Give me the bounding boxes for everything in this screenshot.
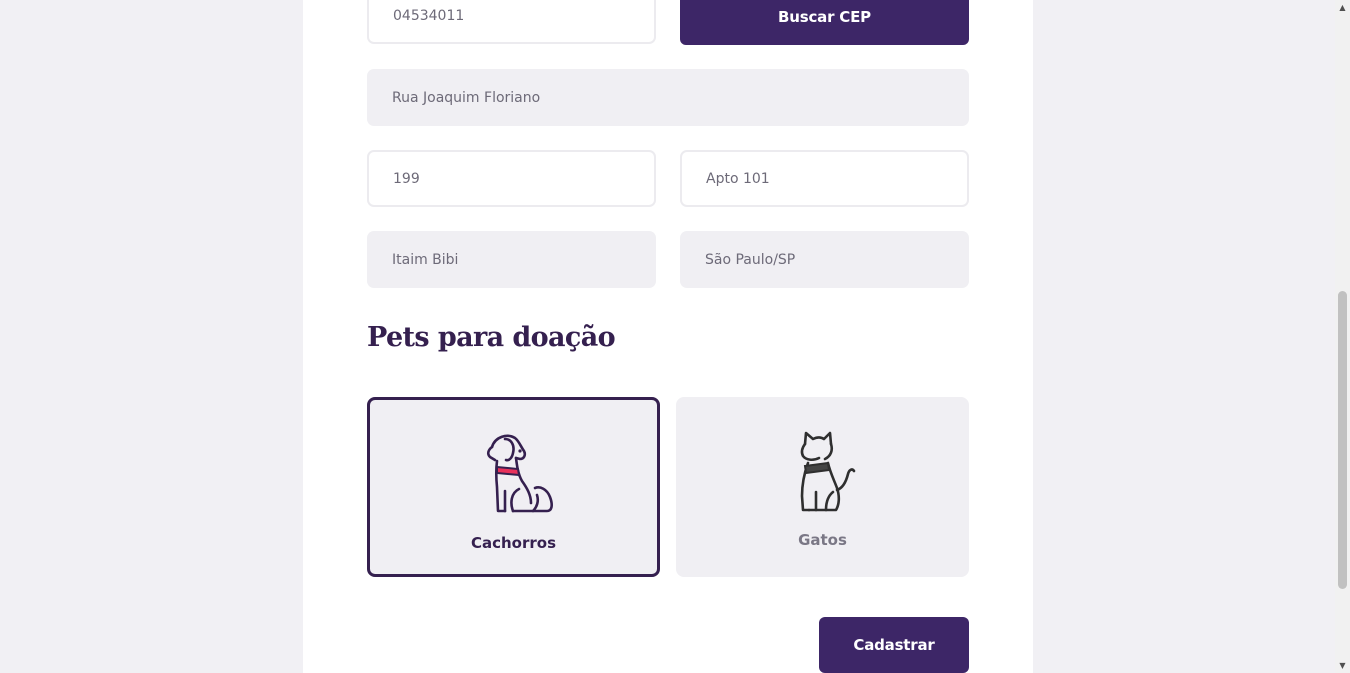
cat-icon [800,431,855,512]
street-field[interactable]: Rua Joaquim Floriano [367,69,969,126]
pet-option-dogs[interactable]: Cachorros [367,397,660,577]
buscar-cep-label: Buscar CEP [778,7,871,26]
neighborhood-field[interactable]: Itaim Bibi [367,231,656,288]
neighborhood-field-value: Itaim Bibi [392,251,459,268]
dog-icon [486,434,553,513]
cep-input[interactable]: 04534011 [367,0,656,44]
page-scrollbar[interactable]: ▲ ▼ [1335,0,1350,673]
scroll-down-icon[interactable]: ▼ [1335,658,1350,673]
scroll-up-icon[interactable]: ▲ [1335,0,1350,15]
number-input-value: 199 [393,170,420,187]
street-field-value: Rua Joaquim Floriano [392,89,541,106]
complement-input[interactable]: Apto 101 [680,150,969,207]
cadastrar-button[interactable]: Cadastrar [819,617,969,673]
number-input[interactable]: 199 [367,150,656,207]
cadastrar-label: Cadastrar [853,636,935,654]
pet-option-dogs-label: Cachorros [470,534,557,552]
city-field-value: São Paulo/SP [705,251,796,268]
scroll-thumb[interactable] [1338,291,1347,589]
complement-input-value: Apto 101 [706,170,770,187]
city-field[interactable]: São Paulo/SP [680,231,969,288]
pet-option-cats-label: Gatos [798,531,847,549]
buscar-cep-button[interactable]: Buscar CEP [680,0,969,45]
pet-option-cats[interactable]: Gatos [676,397,969,577]
cep-input-value: 04534011 [393,7,465,24]
pets-section-title: Pets para doação [367,322,616,353]
